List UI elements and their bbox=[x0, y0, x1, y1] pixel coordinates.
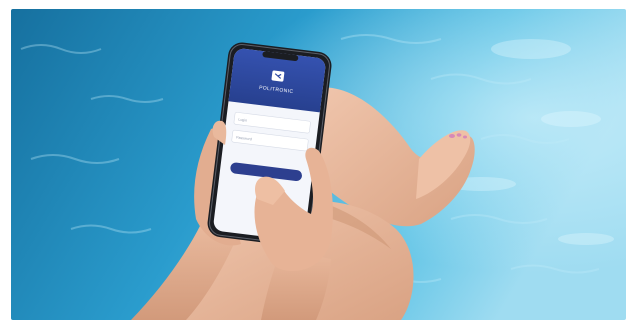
pool-scene: POLITRONIC Login Password bbox=[11, 9, 626, 320]
app-logo-icon bbox=[271, 70, 285, 82]
photo-frame: POLITRONIC Login Password bbox=[11, 9, 626, 320]
